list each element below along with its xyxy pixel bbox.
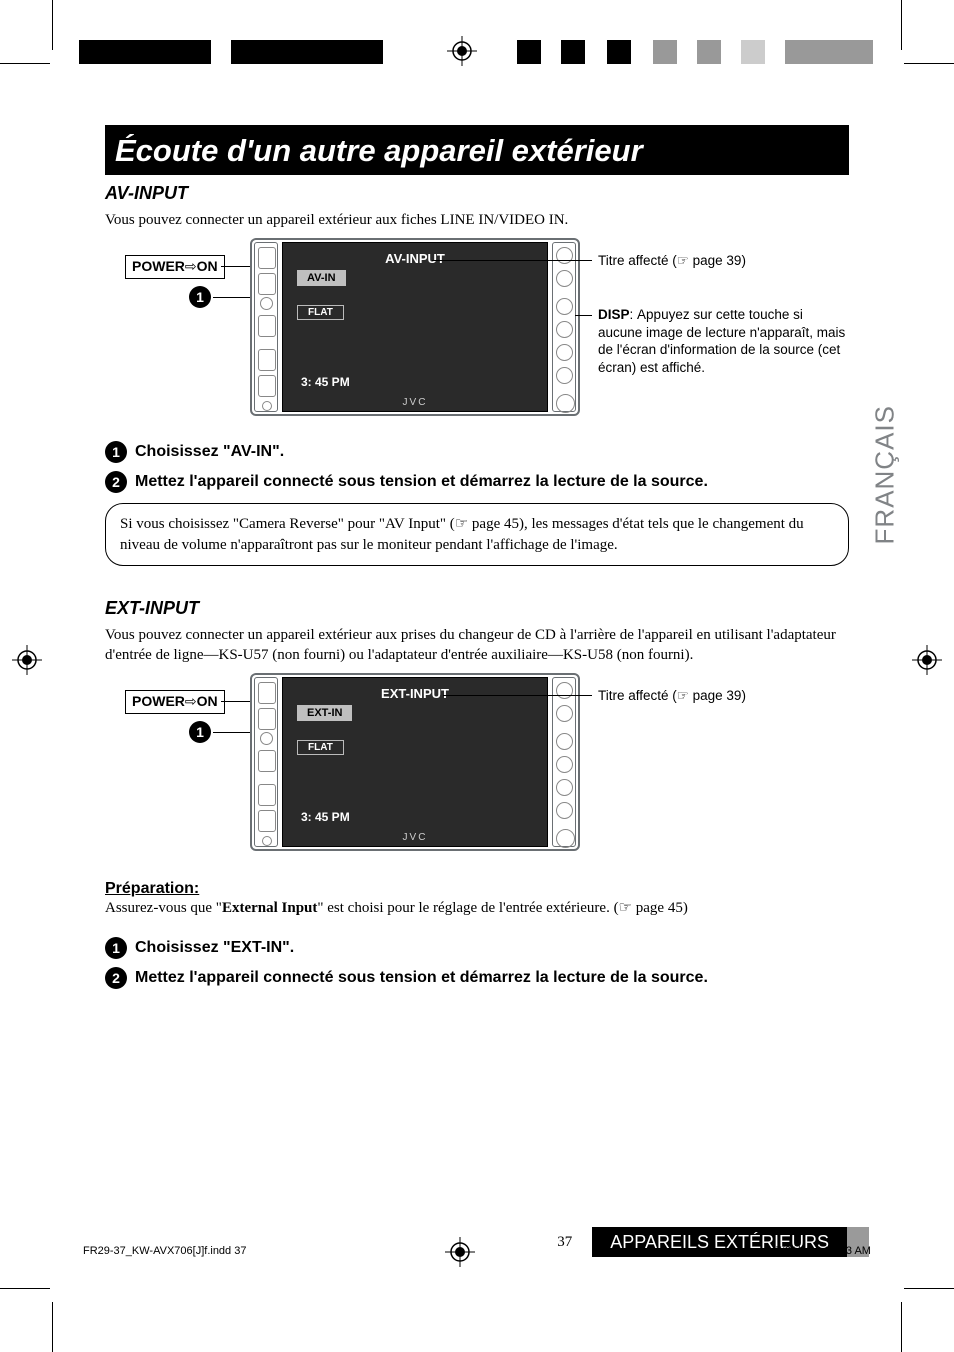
screen-logo: JVC bbox=[403, 397, 428, 408]
screen-title: AV-INPUT bbox=[385, 251, 445, 266]
callout-title-page: page 39) bbox=[689, 688, 746, 703]
power-label: POWER bbox=[132, 258, 185, 274]
pointer-icon: ☞ bbox=[677, 688, 689, 703]
device-right-panel bbox=[552, 677, 576, 847]
device-button bbox=[260, 297, 273, 310]
device-button bbox=[556, 270, 573, 287]
device-button bbox=[556, 298, 573, 315]
device-left-panel bbox=[254, 242, 278, 412]
screen-avin-badge: AV-IN bbox=[297, 270, 346, 286]
avinput-intro: Vous pouvez connecter un appareil extéri… bbox=[105, 210, 849, 230]
screen-flat-badge: FLAT bbox=[297, 740, 344, 755]
device-button bbox=[262, 401, 272, 411]
device-button bbox=[262, 836, 272, 846]
on-label: ON bbox=[197, 258, 218, 274]
device-button bbox=[258, 273, 276, 295]
step-number-1: 1 bbox=[189, 721, 211, 743]
avinput-figure: POWER⇨ON 1 AV-IN AV-INPUT FLAT 3: 45 PM … bbox=[105, 238, 849, 433]
device-button bbox=[556, 779, 573, 796]
step-number-1: 1 bbox=[189, 286, 211, 308]
callout-title-assigned: Titre affecté (☞ page 39) bbox=[598, 252, 746, 270]
device-button bbox=[556, 394, 575, 413]
device-button bbox=[258, 375, 276, 397]
device-button bbox=[556, 829, 575, 848]
device-button bbox=[258, 315, 276, 337]
step-number-2: 2 bbox=[105, 967, 127, 989]
device-unit: AV-IN AV-INPUT FLAT 3: 45 PM JVC bbox=[250, 238, 580, 416]
registration-icon bbox=[497, 1245, 525, 1257]
av-note: Si vous choisissez "Camera Reverse" pour… bbox=[105, 503, 849, 566]
ext-step-2-text: Mettez l'appareil connecté sous tension … bbox=[135, 969, 708, 987]
prep-bold: External Input bbox=[222, 900, 317, 916]
device-button bbox=[556, 733, 573, 750]
device-button bbox=[556, 705, 573, 722]
extinput-intro: Vous pouvez connecter un appareil extéri… bbox=[105, 625, 849, 666]
step-number-1: 1 bbox=[105, 937, 127, 959]
device-button bbox=[260, 732, 273, 745]
device-button bbox=[258, 247, 276, 269]
device-button bbox=[556, 756, 573, 773]
av-step-1-text: Choisissez "AV-IN". bbox=[135, 443, 284, 461]
step-number-2: 2 bbox=[105, 471, 127, 493]
disp-label: DISP bbox=[598, 307, 630, 322]
step-number-1: 1 bbox=[105, 441, 127, 463]
extinput-heading: EXT-INPUT bbox=[105, 598, 849, 619]
device-button bbox=[258, 810, 276, 832]
device-unit: EXT-IN EXT-INPUT FLAT 3: 45 PM JVC bbox=[250, 673, 580, 851]
device-button bbox=[556, 321, 573, 338]
screen-extin-badge: EXT-IN bbox=[297, 705, 352, 721]
ext-step-1-text: Choisissez "EXT-IN". bbox=[135, 939, 294, 957]
extinput-figure: POWER⇨ON 1 EXT-IN EXT-INPUT FLAT 3: 45 P… bbox=[105, 673, 849, 868]
prep-after: " est choisi pour le réglage de l'entrée… bbox=[317, 900, 687, 916]
imprint: FR29-37_KW-AVX706[J]f.indd 37 7/31/06 9:… bbox=[83, 1245, 871, 1257]
device-button bbox=[556, 247, 573, 264]
device-button bbox=[258, 682, 276, 704]
ext-step-1: 1 Choisissez "EXT-IN". bbox=[105, 937, 849, 959]
device-button bbox=[258, 784, 276, 806]
screen-time: 3: 45 PM bbox=[301, 810, 350, 824]
power-on-label: POWER⇨ON bbox=[125, 690, 225, 714]
device-button bbox=[556, 682, 573, 699]
screen-title: EXT-INPUT bbox=[381, 686, 449, 701]
language-tab: FRANÇAIS bbox=[869, 405, 900, 544]
page-title: Écoute d'un autre appareil extérieur bbox=[105, 125, 849, 175]
device-screen: AV-IN AV-INPUT FLAT 3: 45 PM JVC bbox=[282, 242, 548, 412]
screen-flat-badge: FLAT bbox=[297, 305, 344, 320]
device-right-panel bbox=[552, 242, 576, 412]
prep-before: Assurez-vous que " bbox=[105, 900, 222, 916]
callout-title-prefix: Titre affecté ( bbox=[598, 253, 677, 268]
disp-sep: : bbox=[630, 307, 634, 322]
device-button bbox=[258, 349, 276, 371]
avinput-heading: AV-INPUT bbox=[105, 183, 849, 204]
disp-text: Appuyez sur cette touche si aucune image… bbox=[598, 307, 845, 375]
imprint-file: FR29-37_KW-AVX706[J]f.indd 37 bbox=[83, 1245, 246, 1257]
device-button bbox=[556, 367, 573, 384]
callout-disp: DISP: Appuyez sur cette touche si aucune… bbox=[598, 306, 848, 376]
ext-step-2: 2 Mettez l'appareil connecté sous tensio… bbox=[105, 967, 849, 989]
preparation-text: Assurez-vous que "External Input" est ch… bbox=[105, 898, 849, 918]
av-step-1: 1 Choisissez "AV-IN". bbox=[105, 441, 849, 463]
av-step-2-text: Mettez l'appareil connecté sous tension … bbox=[135, 473, 708, 491]
imprint-datetime: 7/31/06 9:24:03 AM bbox=[776, 1245, 871, 1257]
on-label: ON bbox=[197, 693, 218, 709]
screen-logo: JVC bbox=[403, 832, 428, 843]
device-button bbox=[258, 750, 276, 772]
device-screen: EXT-IN EXT-INPUT FLAT 3: 45 PM JVC bbox=[282, 677, 548, 847]
callout-title-prefix: Titre affecté ( bbox=[598, 688, 677, 703]
device-button bbox=[556, 344, 573, 361]
callout-title-page: page 39) bbox=[689, 253, 746, 268]
pointer-icon: ☞ bbox=[677, 253, 689, 268]
device-button bbox=[556, 802, 573, 819]
preparation-heading: Préparation: bbox=[105, 880, 849, 898]
power-on-label: POWER⇨ON bbox=[125, 255, 225, 279]
callout-title-assigned: Titre affecté (☞ page 39) bbox=[598, 687, 746, 705]
device-button bbox=[258, 708, 276, 730]
device-left-panel bbox=[254, 677, 278, 847]
av-step-2: 2 Mettez l'appareil connecté sous tensio… bbox=[105, 471, 849, 493]
screen-time: 3: 45 PM bbox=[301, 375, 350, 389]
power-label: POWER bbox=[132, 693, 185, 709]
